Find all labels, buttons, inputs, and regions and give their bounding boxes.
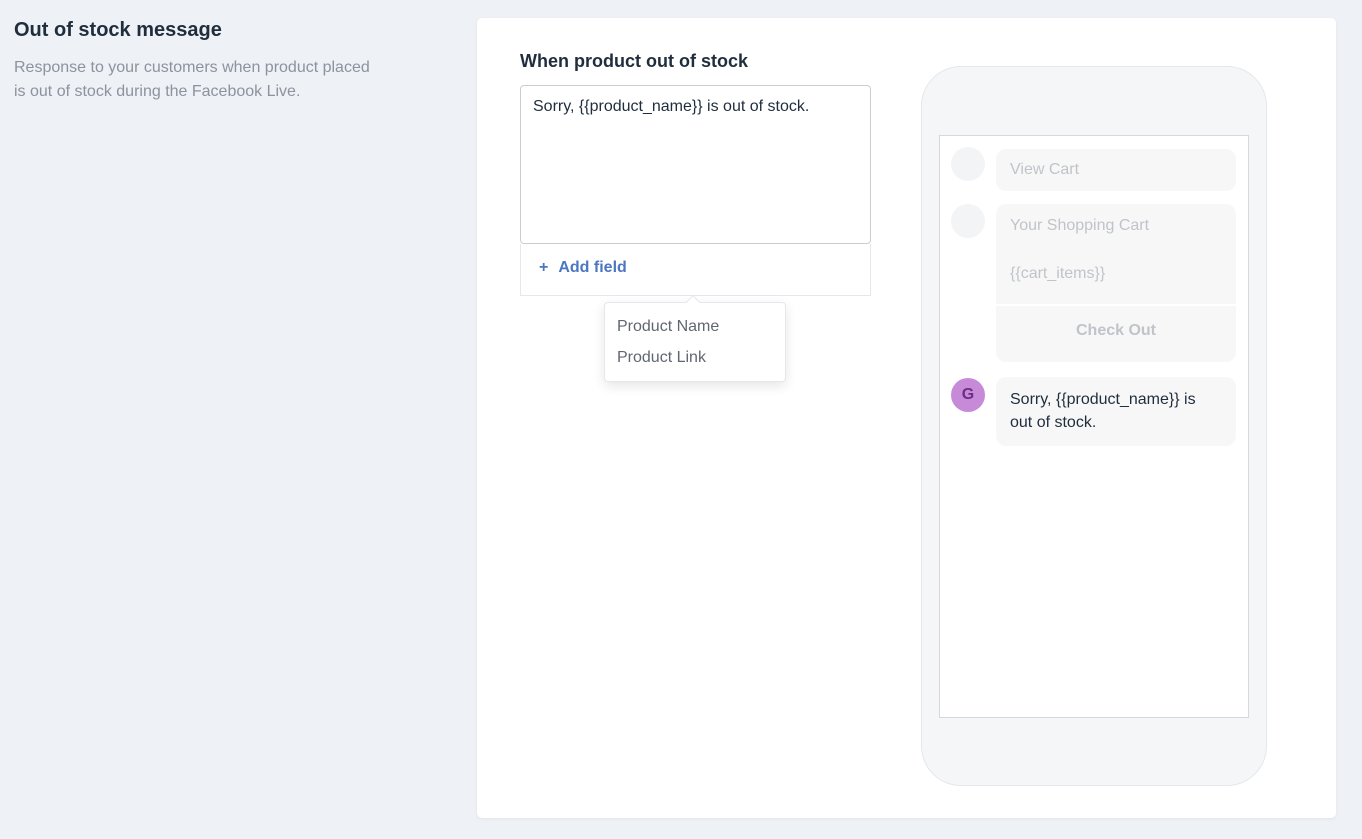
- phone-screen: View Cart Your Shopping Cart {{cart_item…: [939, 135, 1249, 718]
- message-field-label: When product out of stock: [520, 51, 748, 71]
- bot-message-text: Sorry, {{product_name}} is out of stock.: [1010, 391, 1196, 431]
- dropdown-option-product-name[interactable]: Product Name: [605, 311, 785, 342]
- add-field-bar: + Add field: [520, 244, 871, 296]
- phone-preview: View Cart Your Shopping Cart {{cart_item…: [921, 66, 1267, 786]
- settings-sidebar: Out of stock message Response to your cu…: [14, 18, 374, 104]
- checkout-button: Check Out: [996, 304, 1236, 354]
- view-cart-text: View Cart: [1010, 161, 1080, 178]
- dropdown-option-product-link[interactable]: Product Link: [605, 342, 785, 373]
- cart-items-placeholder: {{cart_items}}: [1010, 265, 1106, 282]
- message-textarea[interactable]: Sorry, {{product_name}} is out of stock.: [520, 85, 871, 244]
- bot-avatar: G: [951, 378, 985, 412]
- dropdown-caret-icon: [685, 294, 701, 310]
- ghost-avatar-icon: [951, 147, 985, 181]
- shopping-cart-bubble: Your Shopping Cart {{cart_items}} Check …: [996, 204, 1236, 362]
- add-field-button[interactable]: + Add field: [539, 259, 627, 277]
- bot-message-bubble: Sorry, {{product_name}} is out of stock.: [996, 377, 1236, 446]
- plus-icon: +: [539, 259, 549, 276]
- add-field-label: Add field: [558, 259, 627, 276]
- section-title: Out of stock message: [14, 19, 222, 41]
- section-description: Response to your customers when product …: [14, 59, 370, 100]
- settings-card: When product out of stock Sorry, {{produ…: [477, 18, 1336, 818]
- ghost-avatar-icon: [951, 204, 985, 238]
- view-cart-bubble: View Cart: [996, 149, 1236, 191]
- cart-title: Your Shopping Cart: [1010, 217, 1150, 234]
- add-field-dropdown: Product Name Product Link: [604, 294, 786, 382]
